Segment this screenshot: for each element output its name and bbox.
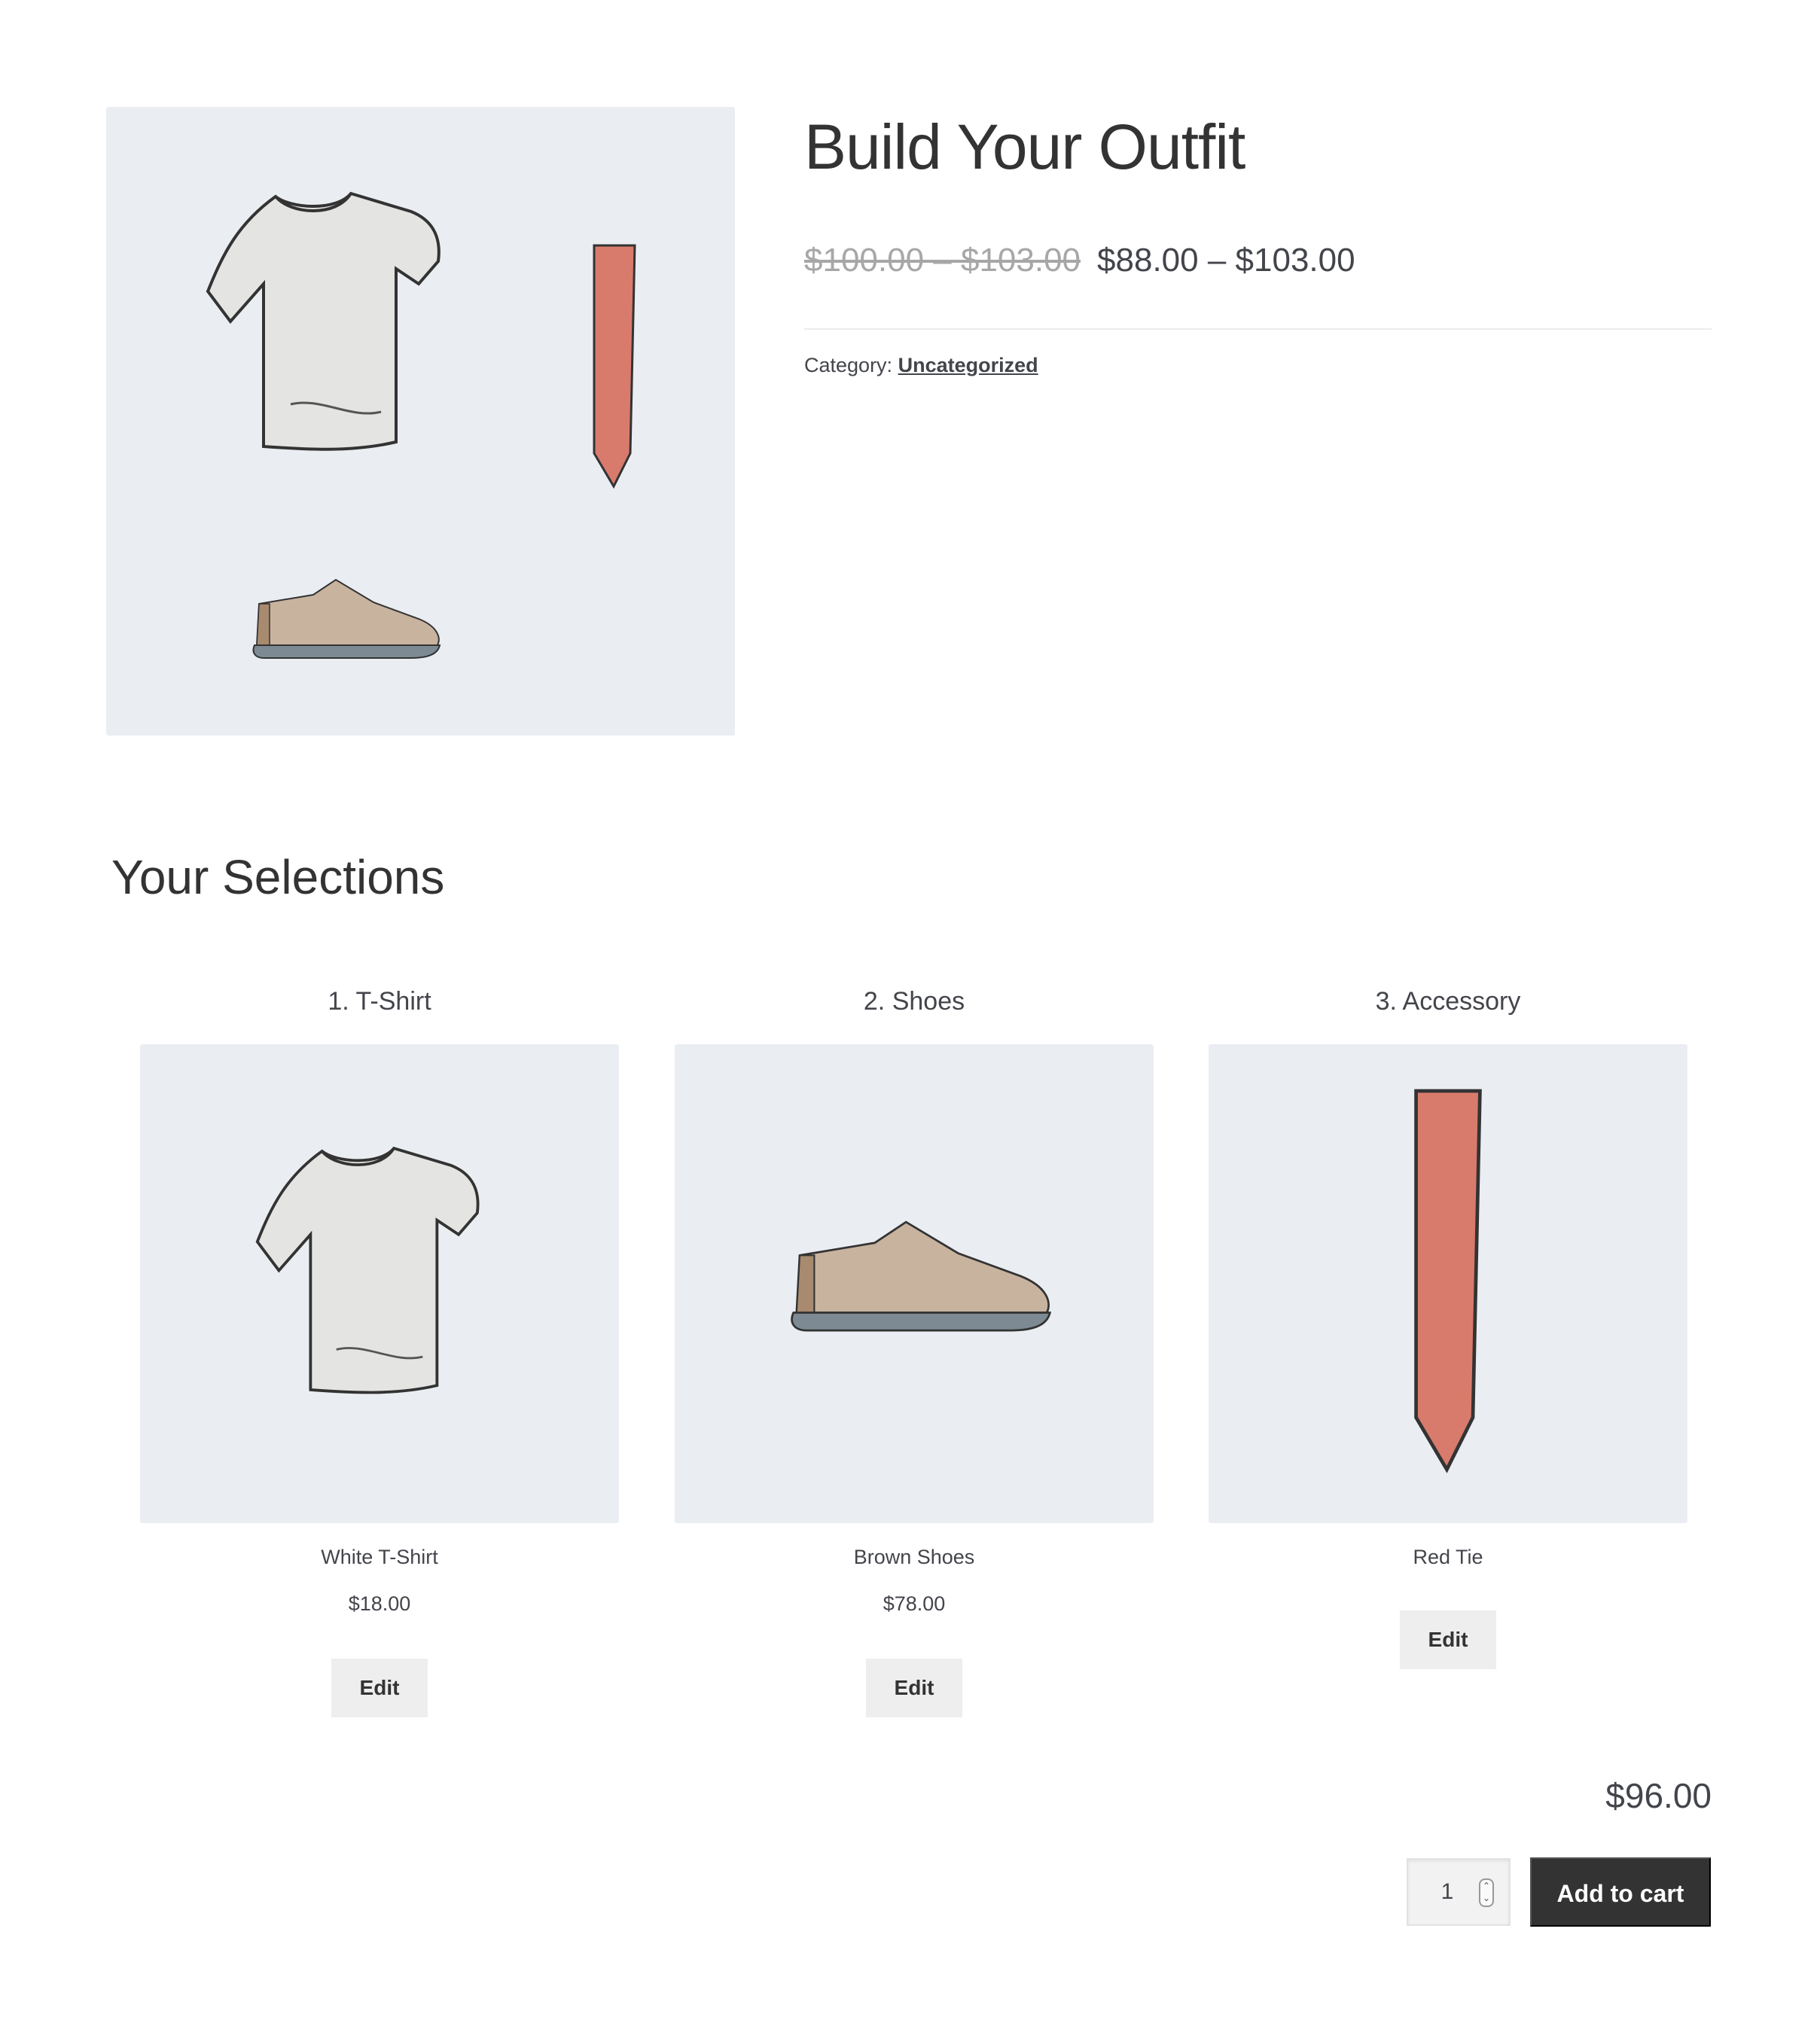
product-meta: Category: Uncategorized xyxy=(804,354,1712,377)
quantity-input[interactable]: 1 xyxy=(1408,1860,1486,1924)
step-shoes: 2. Shoes Brown Shoes $78.00 Edit xyxy=(675,983,1154,1717)
total-price: $96.00 xyxy=(1605,1776,1712,1815)
product-main-image[interactable] xyxy=(106,107,735,736)
product-summary: Build Your Outfit $100.00 – $103.00 $88.0… xyxy=(804,105,1712,377)
product-price: $100.00 – $103.00 $88.00 – $103.00 xyxy=(804,238,1712,283)
shoe-icon xyxy=(252,578,441,659)
tie-icon xyxy=(593,244,636,489)
t-shirt-icon xyxy=(206,191,441,451)
edit-button[interactable]: Edit xyxy=(331,1659,428,1717)
sale-price: $88.00 – $103.00 xyxy=(1097,242,1355,279)
step-product-price: $78.00 xyxy=(883,1592,946,1615)
product-title: Build Your Outfit xyxy=(804,111,1245,182)
t-shirt-icon xyxy=(255,1146,480,1394)
step-label: 3. Accessory xyxy=(1375,987,1521,1016)
step-label: 1. T-Shirt xyxy=(328,987,431,1016)
step-image[interactable] xyxy=(675,1044,1154,1523)
edit-button[interactable]: Edit xyxy=(866,1659,962,1717)
category-link[interactable]: Uncategorized xyxy=(898,354,1038,376)
step-label: 2. Shoes xyxy=(863,987,965,1016)
add-to-cart-button[interactable]: Add to cart xyxy=(1530,1857,1711,1927)
spinner-arrows-icon[interactable]: ⌃ ⌄ xyxy=(1479,1878,1494,1907)
step-t-shirt: 1. T-Shirt White T-Shirt $18.00 Edit xyxy=(140,983,619,1717)
step-image[interactable] xyxy=(140,1044,619,1523)
step-product-name: Red Tie xyxy=(1413,1546,1483,1568)
step-accessory: 3. Accessory Red Tie Edit xyxy=(1209,983,1687,1669)
shoe-icon xyxy=(791,1220,1052,1332)
divider xyxy=(804,328,1712,330)
regular-price: $100.00 – $103.00 xyxy=(804,242,1081,279)
step-product-price: $18.00 xyxy=(348,1592,411,1615)
selections-title: Your Selections xyxy=(111,850,445,904)
quantity-stepper[interactable]: 1 ⌃ ⌄ xyxy=(1407,1858,1511,1926)
step-product-name: Brown Shoes xyxy=(853,1546,975,1568)
step-product-name: White T-Shirt xyxy=(321,1546,438,1568)
step-image[interactable] xyxy=(1209,1044,1687,1523)
category-label: Category: xyxy=(804,354,893,376)
tie-icon xyxy=(1414,1089,1482,1473)
edit-button[interactable]: Edit xyxy=(1400,1610,1496,1669)
product-page: Build Your Outfit $100.00 – $103.00 $88.0… xyxy=(0,0,1820,2020)
